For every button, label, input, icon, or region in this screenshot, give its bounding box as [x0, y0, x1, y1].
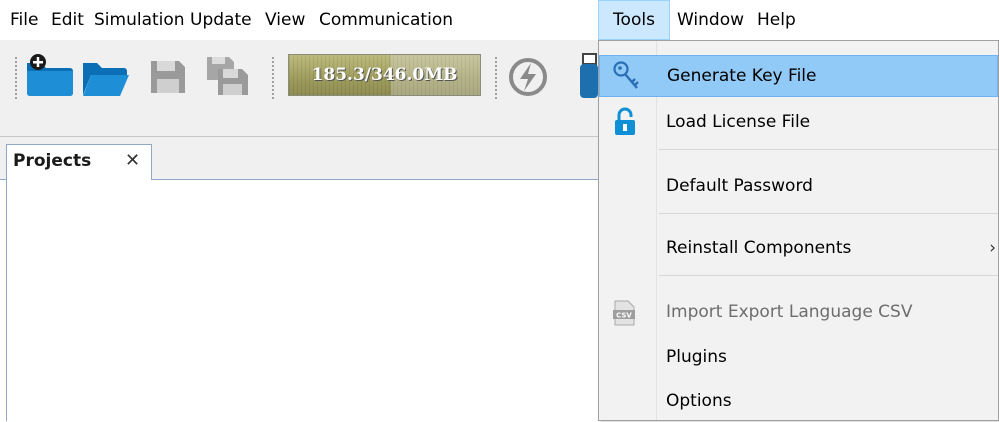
menu-item-label: Default Password: [666, 176, 813, 196]
menu-view[interactable]: View: [265, 0, 305, 40]
menu-item-reinstall-components[interactable]: Reinstall Components ›: [599, 227, 998, 269]
menu-separator: [659, 213, 998, 214]
menu-item-load-license-file[interactable]: Load License File: [599, 101, 998, 143]
menu-bar: File Edit Simulation Update View Communi…: [0, 0, 999, 40]
menu-item-plugins[interactable]: Plugins: [599, 336, 998, 378]
tab-projects[interactable]: Projects ✕: [6, 144, 152, 181]
tools-menu: Generate Key File Load License File Defa…: [598, 40, 999, 421]
open-project-icon[interactable]: [80, 53, 132, 103]
svg-text:CSV: CSV: [616, 312, 632, 320]
menu-communication[interactable]: Communication: [319, 0, 453, 40]
menu-file[interactable]: File: [10, 0, 38, 40]
save-icon[interactable]: [148, 53, 188, 103]
memory-usage-widget[interactable]: 185.3/346.0MB: [288, 54, 481, 96]
new-project-icon[interactable]: [24, 53, 76, 103]
menu-item-label: Plugins: [666, 347, 727, 367]
menu-simulation[interactable]: Simulation: [94, 0, 185, 40]
toolbar-grip[interactable]: [271, 56, 275, 100]
menu-item-generate-key-file[interactable]: Generate Key File: [599, 55, 998, 97]
menu-item-label: Reinstall Components: [666, 238, 852, 258]
submenu-arrow-icon: ›: [989, 238, 996, 258]
menu-help[interactable]: Help: [757, 0, 796, 40]
menu-item-label: Load License File: [666, 112, 811, 132]
memory-usage-text: 185.3/346.0MB: [311, 65, 458, 85]
menu-separator: [659, 149, 998, 150]
flash-icon[interactable]: [506, 55, 550, 103]
close-icon[interactable]: ✕: [125, 150, 140, 171]
menu-item-label: Import Export Language CSV: [666, 302, 913, 322]
key-icon: [612, 60, 642, 96]
unlock-icon: [613, 107, 637, 141]
menu-separator: [659, 275, 998, 276]
menu-item-label: Generate Key File: [667, 66, 817, 86]
menu-edit[interactable]: Edit: [51, 0, 84, 40]
usb-icon[interactable]: [578, 52, 598, 106]
menu-item-import-export-language-csv[interactable]: CSV Import Export Language CSV: [599, 291, 998, 333]
save-all-icon[interactable]: [204, 53, 254, 103]
tab-projects-label: Projects: [13, 151, 92, 171]
menu-item-default-password[interactable]: Default Password: [599, 165, 998, 207]
menu-item-label: Options: [666, 391, 732, 411]
toolbar-grip[interactable]: [14, 56, 18, 100]
toolbar-grip[interactable]: [494, 56, 498, 100]
menu-update[interactable]: Update: [190, 0, 252, 40]
menu-tools[interactable]: Tools: [598, 0, 670, 40]
csv-file-icon: CSV: [612, 300, 636, 330]
menu-window[interactable]: Window: [677, 0, 744, 40]
menu-item-options[interactable]: Options: [599, 380, 998, 422]
